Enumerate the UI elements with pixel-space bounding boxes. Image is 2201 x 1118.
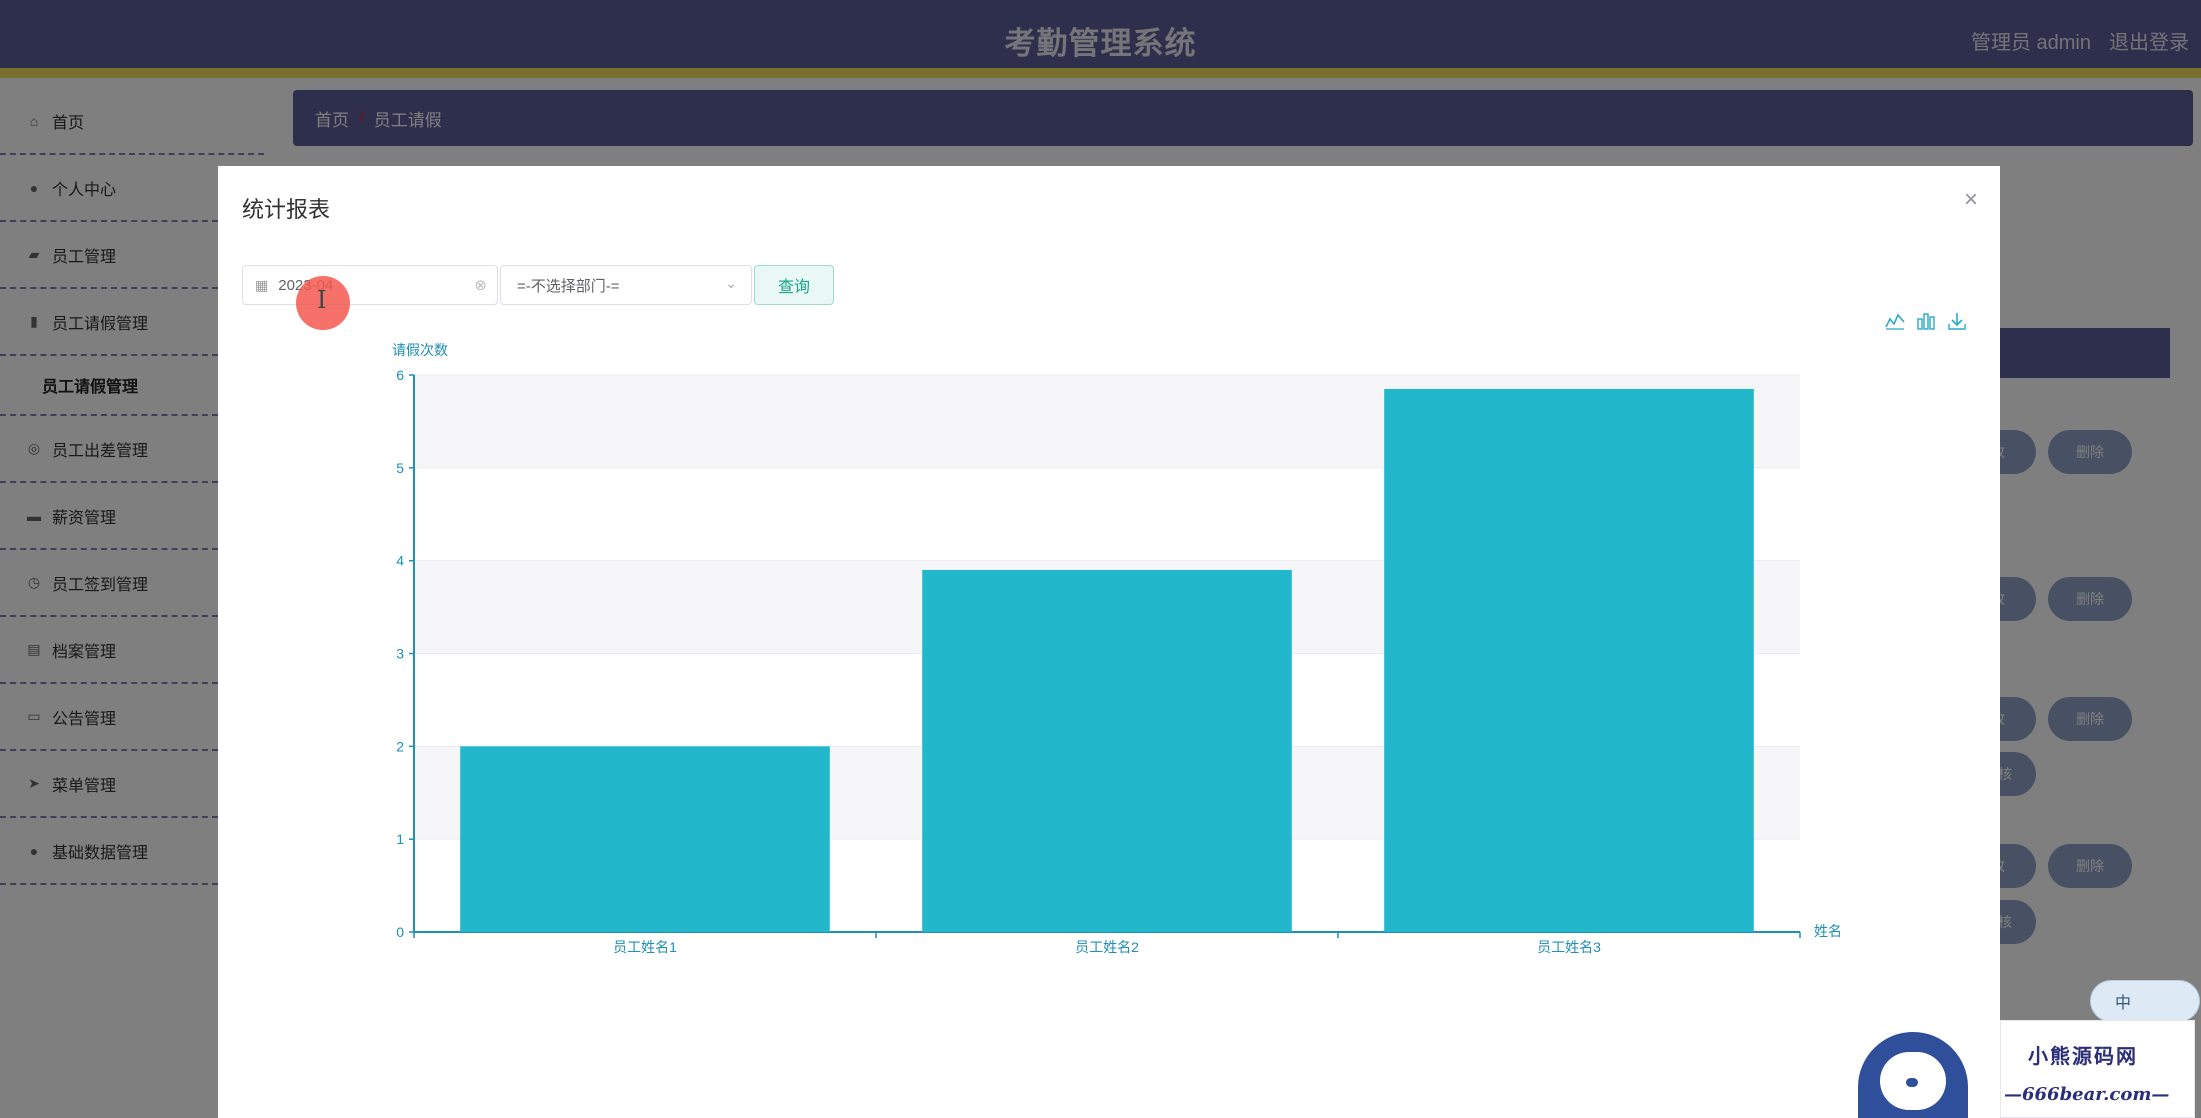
y-tick-label: 6 bbox=[396, 367, 404, 383]
y-axis-name: 请假次数 bbox=[392, 342, 448, 358]
chart-bar bbox=[922, 569, 1292, 932]
y-tick-label: 4 bbox=[396, 553, 404, 569]
y-tick-label: 0 bbox=[396, 924, 404, 940]
chart-bar bbox=[460, 746, 830, 932]
y-tick-label: 1 bbox=[396, 831, 404, 847]
y-tick-label: 5 bbox=[396, 460, 404, 476]
ime-indicator: 中 bbox=[2090, 980, 2200, 1022]
x-tick-label: 员工姓名1 bbox=[613, 939, 677, 955]
x-tick-label: 员工姓名2 bbox=[1075, 939, 1139, 955]
watermark-title: 小熊源码网 bbox=[2028, 1044, 2138, 1068]
watermark-url: —666bear.com— bbox=[2004, 1084, 2170, 1105]
x-tick-label: 员工姓名3 bbox=[1537, 939, 1601, 955]
x-axis-name: 姓名 bbox=[1814, 923, 1842, 939]
chart-bar bbox=[1384, 388, 1754, 932]
y-tick-label: 3 bbox=[396, 646, 404, 662]
leave-count-bar-chart: 0 1 2 3 4 5 6 员工姓名1 员工姓名2 员工姓名3 请假次数姓名 bbox=[392, 342, 1842, 955]
y-tick-label: 2 bbox=[396, 738, 404, 754]
statistics-modal: 统计报表 × ▦ 2023-04 ⊗ I =-不选择部门-= ⌄ 查询 0123… bbox=[218, 166, 2000, 1118]
